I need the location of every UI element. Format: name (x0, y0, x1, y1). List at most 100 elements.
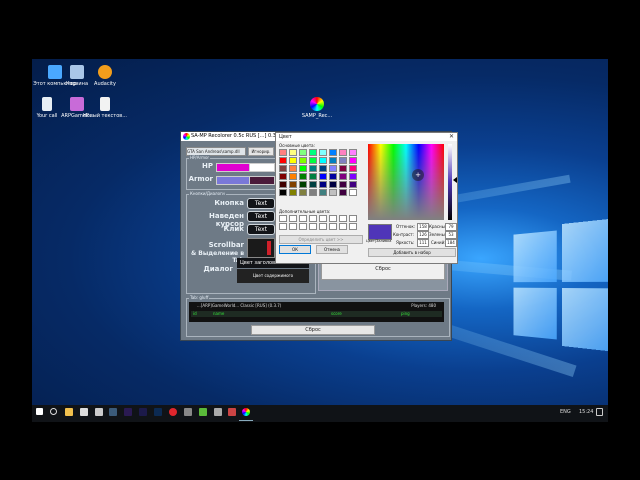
basic-color-swatch[interactable] (339, 157, 347, 164)
basic-color-swatch[interactable] (309, 149, 317, 156)
basic-color-swatch[interactable] (279, 157, 287, 164)
samp-recolorer-taskbar-icon[interactable] (242, 408, 250, 416)
basic-color-swatch[interactable] (299, 165, 307, 172)
basic-color-swatch[interactable] (329, 149, 337, 156)
add-to-custom-button[interactable]: Добавить в набор (368, 248, 456, 257)
custom-color-swatch[interactable] (299, 223, 307, 230)
reset-button-2[interactable]: Сброс (251, 325, 375, 335)
custom-color-swatch[interactable] (309, 215, 317, 222)
custom-color-swatch[interactable] (329, 223, 337, 230)
steam-icon[interactable] (109, 408, 117, 416)
cancel-button[interactable]: Отмена (316, 245, 348, 254)
sat-field[interactable]: 126 (417, 231, 429, 239)
basic-color-swatch[interactable] (289, 173, 297, 180)
hover-text-preview[interactable]: Text (247, 211, 275, 222)
custom-color-swatch[interactable] (289, 215, 297, 222)
basic-color-swatch[interactable] (319, 157, 327, 164)
basic-color-swatch[interactable] (329, 157, 337, 164)
luminance-slider[interactable] (448, 144, 452, 220)
basic-color-swatch[interactable] (309, 173, 317, 180)
hp-color-bar[interactable] (216, 163, 250, 172)
basic-color-swatch[interactable] (319, 165, 327, 172)
basic-color-swatch[interactable] (319, 181, 327, 188)
premiere-icon[interactable] (124, 408, 132, 416)
basic-color-swatch[interactable] (319, 173, 327, 180)
basic-color-swatch[interactable] (339, 149, 347, 156)
basic-color-swatch[interactable] (309, 189, 317, 196)
armor-color-bar[interactable] (216, 176, 250, 185)
basic-color-swatch[interactable] (319, 149, 327, 156)
basic-color-swatch[interactable] (289, 149, 297, 156)
custom-color-swatch[interactable] (299, 215, 307, 222)
folder-icon[interactable] (65, 408, 73, 416)
custom-color-swatch[interactable] (309, 223, 317, 230)
define-color-button[interactable]: Определить цвет >> (279, 235, 363, 244)
after-effects-icon[interactable] (139, 408, 147, 416)
clock[interactable]: 15:24 (579, 409, 593, 415)
basic-color-swatch[interactable] (329, 189, 337, 196)
desktop-icon-audacity[interactable]: Audacity (82, 65, 128, 87)
app-icon[interactable] (228, 408, 236, 416)
app-icon[interactable] (214, 408, 222, 416)
button-text-preview[interactable]: Text (247, 198, 275, 209)
basic-color-swatch[interactable] (329, 165, 337, 172)
luminance-arrow-icon[interactable] (453, 177, 457, 183)
basic-color-swatch[interactable] (339, 173, 347, 180)
basic-color-swatch[interactable] (279, 181, 287, 188)
custom-color-swatch[interactable] (349, 223, 357, 230)
ignore-button[interactable]: Игнорир. (248, 147, 274, 156)
basic-color-swatch[interactable] (279, 189, 287, 196)
desktop-icon-text-file[interactable]: Новый текстов... (82, 97, 128, 119)
mail-icon[interactable] (95, 408, 103, 416)
explorer-icon[interactable] (184, 408, 192, 416)
red-field[interactable]: 79 (445, 223, 457, 231)
lum-field[interactable]: 111 (417, 239, 429, 247)
basic-color-swatch[interactable] (309, 165, 317, 172)
basic-color-swatch[interactable] (349, 149, 357, 156)
scrollbar-thumb[interactable] (267, 241, 271, 255)
custom-color-swatch[interactable] (319, 215, 327, 222)
hp-bg-bar[interactable] (249, 163, 275, 172)
dialog-content-preview[interactable]: Цвет содержимого (237, 269, 309, 283)
basic-color-swatch[interactable] (299, 149, 307, 156)
opera-icon[interactable] (169, 408, 177, 416)
custom-color-swatch[interactable] (339, 223, 347, 230)
basic-color-swatch[interactable] (349, 157, 357, 164)
basic-color-swatch[interactable] (319, 189, 327, 196)
start-icon[interactable] (36, 408, 43, 415)
custom-color-swatch[interactable] (349, 215, 357, 222)
basic-color-swatch[interactable] (339, 165, 347, 172)
search-icon[interactable] (50, 408, 57, 415)
basic-color-swatch[interactable] (349, 165, 357, 172)
basic-color-swatch[interactable] (309, 157, 317, 164)
custom-color-swatch[interactable] (289, 223, 297, 230)
custom-color-swatch[interactable] (279, 223, 287, 230)
notifications-icon[interactable] (596, 408, 603, 416)
basic-color-swatch[interactable] (299, 181, 307, 188)
basic-color-swatch[interactable] (289, 189, 297, 196)
basic-color-swatch[interactable] (279, 149, 287, 156)
desktop-icon-samp-recolorer[interactable]: SAMP_Rec... (294, 97, 340, 119)
basic-color-swatch[interactable] (339, 189, 347, 196)
close-icon[interactable]: ✕ (449, 133, 454, 140)
custom-color-swatch[interactable] (319, 223, 327, 230)
crosshair-icon[interactable]: + (412, 169, 424, 181)
basic-color-swatch[interactable] (349, 189, 357, 196)
custom-color-swatch[interactable] (279, 215, 287, 222)
scrollbar-color-preview[interactable] (247, 238, 275, 258)
blue-field[interactable]: 184 (445, 239, 457, 247)
click-text-preview[interactable]: Text (247, 224, 275, 235)
basic-color-swatch[interactable] (349, 173, 357, 180)
ok-button[interactable]: ОК (279, 245, 311, 254)
basic-color-swatch[interactable] (279, 165, 287, 172)
green-field[interactable]: 53 (445, 231, 457, 239)
basic-color-swatch[interactable] (349, 181, 357, 188)
basic-color-swatch[interactable] (289, 181, 297, 188)
basic-color-swatch[interactable] (299, 157, 307, 164)
basic-color-swatch[interactable] (329, 181, 337, 188)
color-spectrum[interactable] (368, 144, 444, 220)
photoshop-icon[interactable] (154, 408, 162, 416)
basic-color-swatch[interactable] (339, 181, 347, 188)
basic-color-swatch[interactable] (299, 173, 307, 180)
game-icon[interactable] (199, 408, 207, 416)
